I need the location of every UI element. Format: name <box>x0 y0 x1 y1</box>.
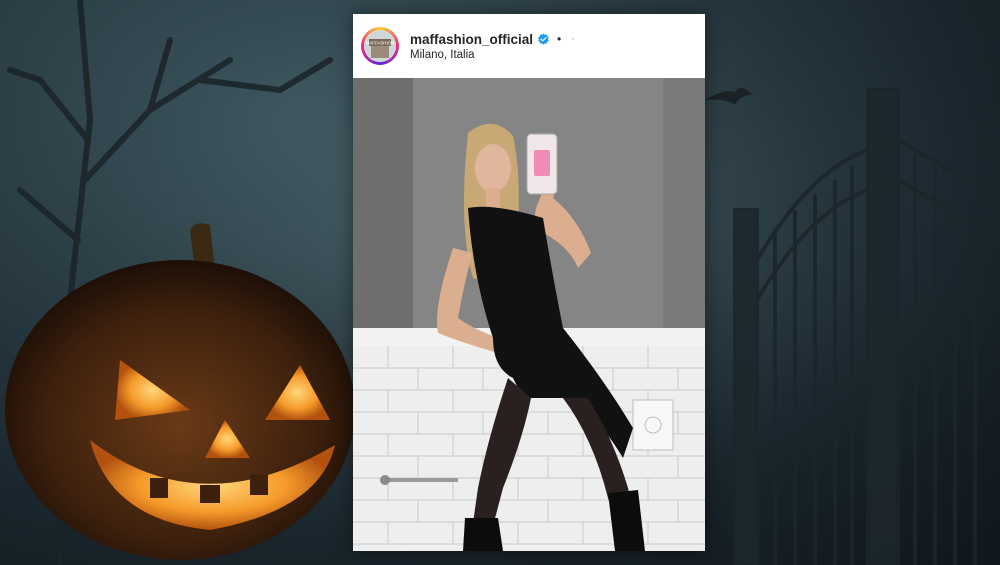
avatar[interactable]: MAFFASHION <box>361 27 399 65</box>
profile-avatar-icon: MAFFASHION <box>364 30 396 62</box>
header-text: maffashion_official • · Milano, Italia <box>410 32 575 61</box>
post-photo[interactable] <box>353 78 705 551</box>
separator-dot: • <box>557 32 562 46</box>
post-header: MAFFASHION maffashion_official • · Milan… <box>353 14 705 78</box>
username-link[interactable]: maffashion_official <box>410 32 533 47</box>
location-link[interactable]: Milano, Italia <box>410 49 575 61</box>
svg-text:MAFFASHION: MAFFASHION <box>366 41 395 46</box>
username-row: maffashion_official • · <box>410 32 575 47</box>
verified-badge-icon <box>538 33 549 45</box>
more-indicator[interactable]: · <box>571 33 575 45</box>
instagram-post-card: MAFFASHION maffashion_official • · Milan… <box>353 14 705 551</box>
